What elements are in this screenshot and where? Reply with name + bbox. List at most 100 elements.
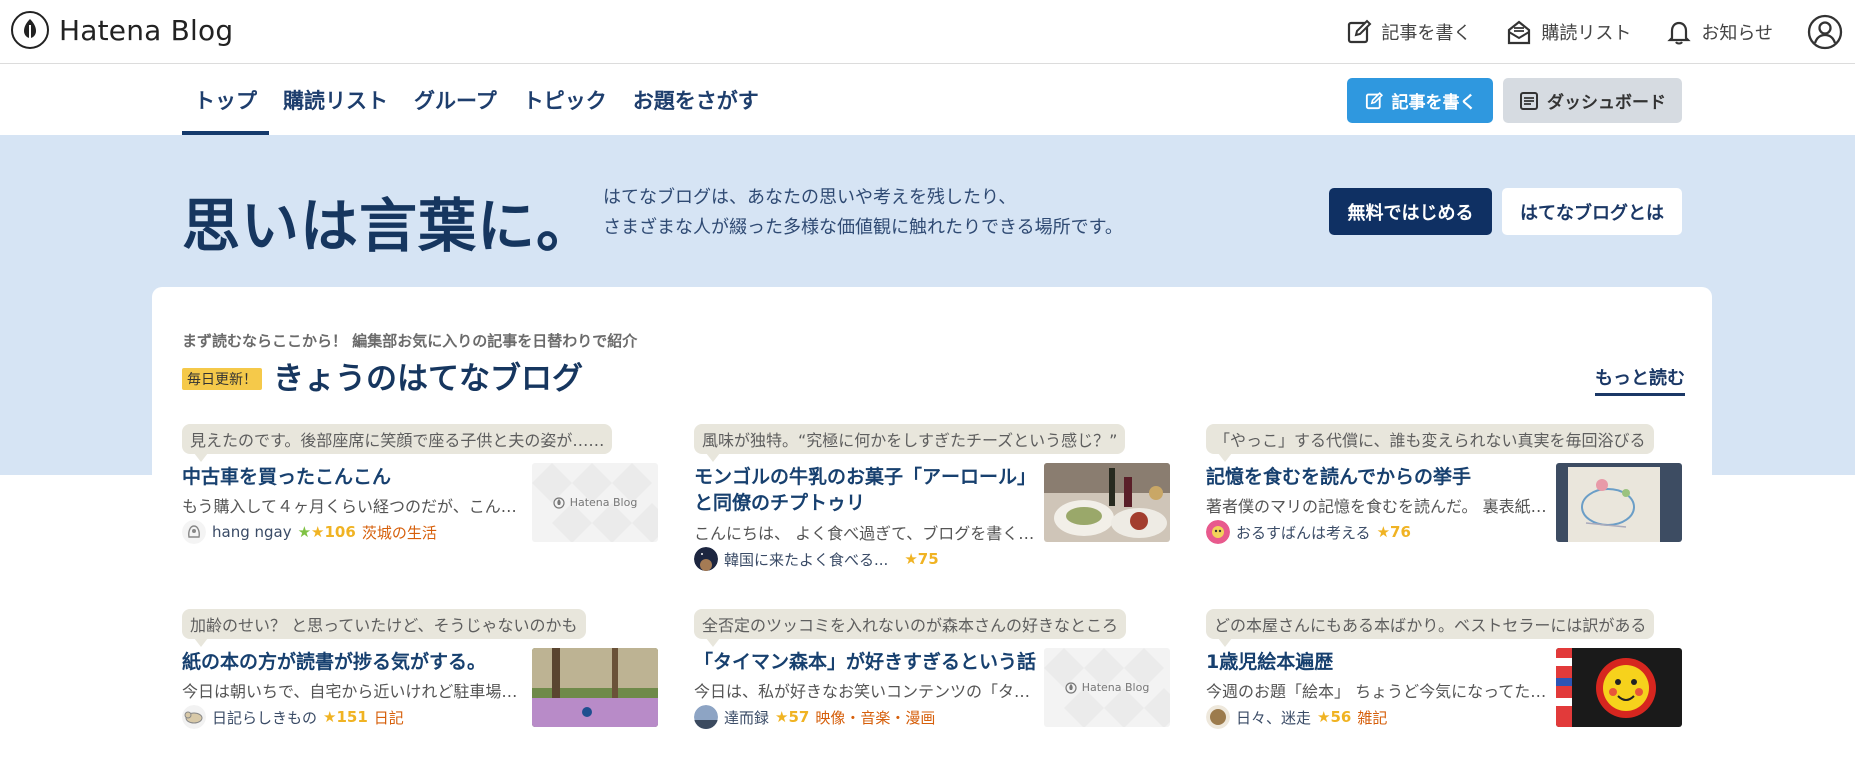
hero-description-line: さまざまな人が綴った多様な価値観に触れたりできる場所です。 xyxy=(603,217,1123,238)
entry-thumbnail[interactable] xyxy=(1044,463,1170,542)
author-avatar[interactable] xyxy=(694,547,718,571)
entry-title[interactable]: 中古車を買ったこんこん xyxy=(182,464,527,490)
star-count: ★76 xyxy=(1376,523,1411,541)
author-name[interactable]: おるすばんは考える xyxy=(1236,522,1371,543)
hero-title: 思いは言葉に。 xyxy=(182,192,596,260)
entry-card[interactable]: 加齢のせい？ と思っていたけど、そうじゃないのかも 紙の本の方が読書が捗る気がす… xyxy=(182,609,659,749)
star-number: 57 xyxy=(788,708,810,726)
entry-card[interactable]: 「やっこ」する代償に、誰も変えられない真実を毎回浴びる 記憶を食むを読んでからの… xyxy=(1206,424,1683,564)
entry-quote: どの本屋さんにもある本ばかり。ベストセラーには訳がある xyxy=(1206,609,1655,647)
dashboard-icon xyxy=(1520,91,1538,110)
star-number: 106 xyxy=(324,523,356,541)
main-navigation: トップ 購読リスト グループ トピック お題をさがす 記事を書く ダッシュボード xyxy=(0,64,1855,135)
pen-nib-icon xyxy=(1065,681,1077,694)
entry-meta: 日記らしきもの ★151 日記 xyxy=(182,705,404,729)
entry-category[interactable]: 雑記 xyxy=(1357,707,1387,728)
header-write-link[interactable]: 記事を書く xyxy=(1345,18,1471,46)
hero-description-line: はてなブログは、あなたの思いや考えを残したり、 xyxy=(603,187,1017,208)
entry-excerpt: 今日は朝いちで、自宅から近いけれど駐車場… xyxy=(182,682,518,701)
dashboard-label: ダッシュボード xyxy=(1547,93,1666,113)
edit-icon xyxy=(1365,91,1383,109)
pen-nib-icon xyxy=(553,496,565,509)
entry-quote: 加齢のせい？ と思っていたけど、そうじゃないのかも xyxy=(182,609,586,647)
header-notification-link[interactable]: お知らせ xyxy=(1665,18,1773,46)
entry-title[interactable]: 記憶を食むを読んでからの挙手 xyxy=(1206,464,1551,490)
entry-category[interactable]: 茨城の生活 xyxy=(362,522,437,543)
tab-topic[interactable]: トピック xyxy=(511,64,619,135)
bell-icon xyxy=(1667,21,1692,45)
star-count: ★75 xyxy=(904,550,939,568)
entry-title[interactable]: 紙の本の方が読書が捗る気がする。 xyxy=(182,649,527,675)
placeholder-logo-text: Hatena Blog xyxy=(1081,681,1150,694)
entry-category[interactable]: 映像・音楽・漫画 xyxy=(815,707,935,728)
star-count: ★151 xyxy=(323,708,368,726)
author-name[interactable]: 日々、迷走 xyxy=(1236,707,1311,728)
entry-card[interactable]: どの本屋さんにもある本ばかり。ベストセラーには訳がある 1歳児絵本遍歴 今週のお… xyxy=(1206,609,1683,749)
author-name[interactable]: hang ngay xyxy=(212,523,292,541)
author-avatar[interactable] xyxy=(1206,705,1230,729)
entry-title[interactable]: 「タイマン森本」が好きすぎるという話 xyxy=(694,649,1039,675)
placeholder-logo: Hatena Blog xyxy=(1065,681,1150,694)
entry-meta: おるすばんは考える ★76 xyxy=(1206,520,1411,544)
entry-quote: 全否定のツッコミを入れないのが森本さんの好きなところ xyxy=(694,609,1127,647)
entry-quote: 風味が独特。“究極に何かをしすぎたチーズという感じ？” xyxy=(694,424,1126,462)
entry-thumbnail[interactable]: Hatena Blog xyxy=(532,463,658,542)
tab-top[interactable]: トップ xyxy=(182,64,269,135)
placeholder-logo-text: Hatena Blog xyxy=(569,496,638,509)
entry-thumbnail[interactable] xyxy=(532,648,658,727)
todays-hatena-blog-card: まず読むならここから！ 編集部お気に入りの記事を日替わりで紹介 毎日更新！ きょ… xyxy=(152,287,1712,766)
pen-nib-icon xyxy=(11,11,49,49)
star-count: ★56 xyxy=(1317,708,1352,726)
user-icon[interactable] xyxy=(1807,14,1843,50)
placeholder-logo: Hatena Blog xyxy=(553,496,638,509)
star-number: 75 xyxy=(917,550,939,568)
about-hatena-blog-button[interactable]: はてなブログとは xyxy=(1502,188,1682,235)
entry-category[interactable]: 日記 xyxy=(374,707,404,728)
write-article-button[interactable]: 記事を書く xyxy=(1347,78,1493,123)
tab-group[interactable]: グループ xyxy=(402,64,509,135)
header-subscription-link[interactable]: 購読リスト xyxy=(1505,18,1631,46)
entry-excerpt: こんにちは、 よく食べ過ぎて、ブログを書く… xyxy=(694,524,1035,543)
entry-quote: 見えたのです。後部座席に笑顔で座る子供と夫の姿が…… xyxy=(182,424,613,462)
entry-quote: 「やっこ」する代償に、誰も変えられない真実を毎回浴びる xyxy=(1206,424,1654,462)
header-notification-label: お知らせ xyxy=(1701,23,1773,44)
author-name[interactable]: 達而録 xyxy=(724,707,769,728)
author-avatar[interactable] xyxy=(182,520,206,544)
author-name[interactable]: 日記らしきもの xyxy=(212,707,317,728)
read-more-link[interactable]: もっと読む xyxy=(1595,364,1685,396)
edit-icon xyxy=(1348,19,1372,44)
star-number: 56 xyxy=(1330,708,1352,726)
entry-thumbnail[interactable] xyxy=(1556,463,1682,542)
entry-thumbnail[interactable] xyxy=(1556,648,1682,727)
star-count: ★★106 xyxy=(297,523,356,541)
star-number: 76 xyxy=(1390,523,1411,541)
section-subtitle: まず読むならここから！ 編集部お気に入りの記事を日替わりで紹介 xyxy=(182,332,638,350)
logo-text: Hatena Blog xyxy=(59,13,234,47)
star-count: ★57 xyxy=(775,708,810,726)
entry-title[interactable]: モンゴルの牛乳のお菓子「アーロール」と同僚のチプトゥリ xyxy=(694,464,1039,516)
entry-excerpt: 著者僕のマリの記憶を食むを読んだ。 裏表紙… xyxy=(1206,497,1547,516)
author-name[interactable]: 韓国に来たよく食べる... xyxy=(724,549,888,570)
header-subscription-label: 購読リスト xyxy=(1541,23,1632,44)
entry-excerpt: 今週のお題「絵本」 ちょうど今気になってた… xyxy=(1206,682,1547,701)
entry-thumbnail[interactable]: Hatena Blog xyxy=(1044,648,1170,727)
inbox-icon xyxy=(1508,20,1531,45)
tab-find-theme[interactable]: お題をさがす xyxy=(621,64,771,135)
entry-meta: 日々、迷走 ★56 雑記 xyxy=(1206,705,1387,729)
entry-meta: 韓国に来たよく食べる... ★75 xyxy=(694,547,939,571)
entry-card[interactable]: 全否定のツッコミを入れないのが森本さんの好きなところ 「タイマン森本」が好きすぎ… xyxy=(694,609,1171,749)
author-avatar[interactable] xyxy=(182,705,206,729)
author-avatar[interactable] xyxy=(694,705,718,729)
header-write-label: 記事を書く xyxy=(1381,23,1472,44)
hatena-blog-logo[interactable]: Hatena Blog xyxy=(11,11,233,49)
section-title: きょうのはてなブログ xyxy=(273,361,583,397)
entry-card[interactable]: 見えたのです。後部座席に笑顔で座る子供と夫の姿が…… 中古車を買ったこんこん も… xyxy=(182,424,659,564)
tab-subscription[interactable]: 購読リスト xyxy=(271,64,400,135)
write-article-label: 記事を書く xyxy=(1391,93,1477,113)
entry-title[interactable]: 1歳児絵本遍歴 xyxy=(1206,649,1551,675)
entry-card[interactable]: 風味が独特。“究極に何かをしすぎたチーズという感じ？” モンゴルの牛乳のお菓子「… xyxy=(694,424,1171,571)
entry-meta: hang ngay ★★106 茨城の生活 xyxy=(182,520,437,544)
author-avatar[interactable] xyxy=(1206,520,1230,544)
dashboard-button[interactable]: ダッシュボード xyxy=(1503,78,1682,123)
start-free-button[interactable]: 無料ではじめる xyxy=(1329,188,1492,235)
